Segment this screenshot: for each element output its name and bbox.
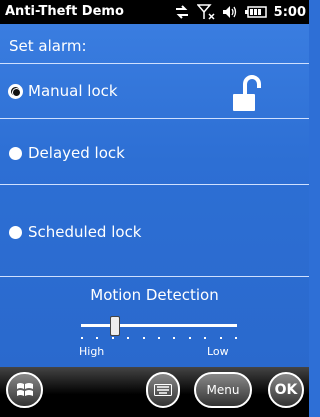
option-row-manual-lock[interactable]: Manual lock	[0, 63, 309, 119]
option-label-delayed-lock: Delayed lock	[28, 144, 125, 162]
status-icons: 5:00	[174, 3, 306, 21]
option-row-delayed-lock[interactable]: Delayed lock	[0, 118, 309, 185]
slider-ticks	[81, 337, 237, 341]
radio-delayed-lock[interactable]	[9, 146, 22, 160]
slider-thumb[interactable]	[110, 316, 120, 336]
radio-manual-lock[interactable]	[9, 84, 22, 98]
page-title: Set alarm:	[9, 37, 87, 55]
windows-start-icon	[16, 383, 33, 396]
clock: 5:00	[273, 4, 306, 20]
motion-detection-title: Motion Detection	[90, 286, 219, 304]
slider-low-label: Low	[207, 345, 229, 358]
unlocked-padlock-icon	[233, 75, 261, 111]
keyboard-icon	[154, 384, 172, 396]
radio-scheduled-lock[interactable]	[9, 225, 22, 239]
volume-icon	[222, 6, 236, 18]
signal-off-icon	[196, 4, 215, 20]
motion-divider	[0, 276, 309, 277]
status-bar: Anti-Theft Demo 5:00	[0, 0, 309, 24]
option-label-scheduled-lock: Scheduled lock	[28, 223, 142, 241]
slider-track	[81, 324, 237, 327]
battery-icon	[244, 6, 267, 18]
data-sync-icon	[175, 5, 188, 19]
slider-high-label: High	[79, 345, 105, 358]
option-row-scheduled-lock[interactable]: Scheduled lock	[0, 184, 309, 277]
keyboard-button[interactable]	[146, 372, 180, 408]
option-label-manual-lock: Manual lock	[28, 82, 118, 100]
motion-sensitivity-slider[interactable]	[81, 316, 237, 342]
menu-button[interactable]: Menu	[194, 372, 252, 408]
app-title: Anti-Theft Demo	[5, 4, 124, 19]
ok-button[interactable]: OK	[268, 372, 304, 408]
start-button[interactable]	[6, 372, 43, 408]
